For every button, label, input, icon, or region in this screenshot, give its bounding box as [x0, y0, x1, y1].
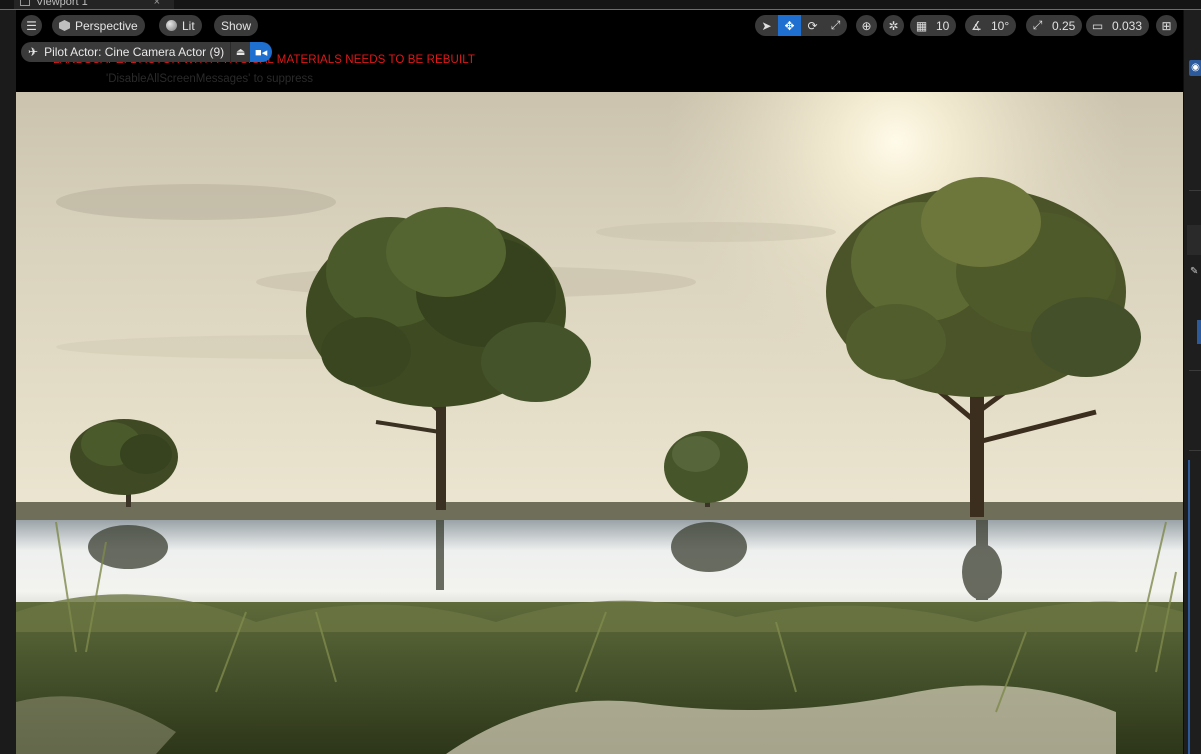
scene-render[interactable] [16, 92, 1183, 754]
scale-arrow-icon: ⤢ [1032, 18, 1043, 32]
viewport-tab-label: Viewport 1 [36, 0, 88, 8]
selected-row[interactable] [1197, 320, 1201, 344]
hamburger-icon: ☰ [26, 18, 37, 33]
coordinate-space-button[interactable]: ⊕ [856, 15, 877, 36]
level-viewport[interactable]: ☰ Perspective Lit Show ➤ ✥ ⟳ ⤢ ⊕ ✲ ▦ 10 … [16, 10, 1183, 754]
panel-divider [1189, 190, 1201, 191]
perspective-button[interactable]: Perspective [52, 15, 145, 36]
select-icon[interactable]: ➤ [755, 15, 778, 36]
scale-icon[interactable]: ⤢ [824, 15, 847, 36]
viewport-layout-icon: ⊞ [1161, 18, 1172, 33]
suppress-hint: 'DisableAllScreenMessages' to suppress [106, 73, 314, 85]
pencil-icon[interactable]: ✎ [1190, 266, 1198, 277]
panel-divider [1189, 450, 1201, 451]
lit-mode-button[interactable]: Lit [159, 15, 202, 36]
panel-block [1187, 225, 1201, 255]
translate-icon[interactable]: ✥ [778, 15, 801, 36]
cloud [56, 184, 336, 220]
lit-label: Lit [182, 18, 195, 33]
pilot-icon: ✈ [28, 45, 39, 59]
grid-icon: ▦ [915, 18, 928, 33]
left-panel-edge [0, 10, 16, 754]
pilot-actor-bar: ✈ Pilot Actor: Cine Camera Actor (9) ⏏ ■… [21, 42, 273, 62]
camera-icon: ■◂ [255, 46, 268, 59]
globe-icon: ⊕ [861, 18, 872, 33]
viewport-tab-icon [20, 0, 30, 6]
grid-snap-toggle[interactable]: ▦ 10 [910, 15, 957, 36]
eject-icon: ⏏ [235, 46, 246, 58]
panel-focus-edge [1188, 460, 1190, 754]
surface-snap-icon: ✲ [888, 18, 899, 33]
eye-icon[interactable]: ◉ [1189, 60, 1201, 76]
transform-tools: ➤ ✥ ⟳ ⤢ [755, 15, 847, 36]
viewport-tab[interactable]: Viewport 1 × [14, 0, 174, 9]
close-tab-icon[interactable]: × [154, 0, 160, 8]
scale-snap-value[interactable]: 0.25 [1049, 19, 1082, 33]
editor-tab-strip: Viewport 1 × [0, 0, 1201, 10]
lit-sphere-icon [166, 20, 177, 31]
show-button[interactable]: Show [214, 15, 259, 36]
panel-divider [1189, 370, 1201, 371]
rotation-snap-toggle[interactable]: ∡ 10° [965, 15, 1017, 36]
far-shore [16, 502, 1183, 522]
pilot-actor-text: Pilot Actor: Cine Camera Actor (9) [44, 45, 225, 59]
viewport-layout-button[interactable]: ⊞ [1156, 15, 1177, 36]
perspective-label: Perspective [75, 18, 138, 33]
cube-icon [59, 20, 70, 31]
camera-speed-icon: ▭ [1091, 18, 1104, 33]
camera-speed-button[interactable]: ▭ 0.033 [1086, 15, 1150, 36]
show-label: Show [221, 18, 252, 33]
camera-speed-value[interactable]: 0.033 [1109, 19, 1149, 33]
viewport-menu-button[interactable]: ☰ [21, 15, 42, 36]
scale-snap-toggle[interactable]: ⤢ 0.25 [1026, 15, 1083, 36]
surface-snap-button[interactable]: ✲ [883, 15, 904, 36]
camera-view-button[interactable]: ■◂ [250, 42, 273, 62]
grid-snap-value[interactable]: 10 [933, 19, 956, 33]
rotate-icon[interactable]: ⟳ [801, 15, 824, 36]
angle-icon: ∡ [971, 18, 982, 33]
rotation-snap-value[interactable]: 10° [988, 19, 1016, 33]
cloud [596, 222, 836, 242]
pilot-actor-label[interactable]: ✈ Pilot Actor: Cine Camera Actor (9) [21, 42, 231, 62]
eject-button[interactable]: ⏏ [230, 42, 251, 62]
details-panel-edge: ◉ ✎ [1183, 10, 1201, 754]
